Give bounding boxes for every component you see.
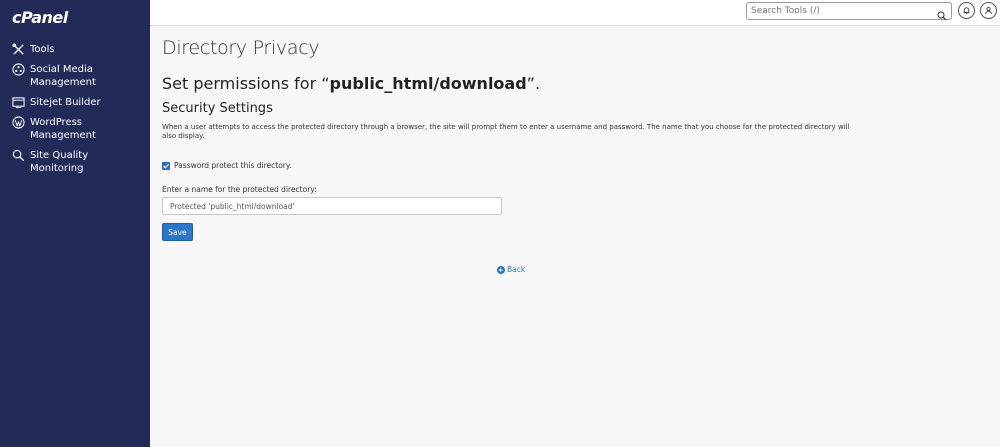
bell-icon [963,7,970,15]
heading-suffix: ”. [526,74,541,93]
sidebar: cPanel Tools Social Media Management Sit… [0,0,150,447]
page-title: Directory Privacy [162,37,320,59]
top-bar [150,0,1000,26]
search-box [746,2,952,21]
permissions-heading: Set permissions for “public_html/downloa… [162,74,540,93]
heading-path: public_html/download [329,74,527,93]
search-input[interactable] [751,5,931,17]
notifications-button[interactable] [958,2,975,19]
sidebar-item-site-quality[interactable]: Site Quality Monitoring [0,146,150,179]
sidebar-item-label: Social Media Management [30,64,96,88]
user-icon [985,6,992,15]
wordpress-icon [12,116,25,129]
main-content: Directory Privacy Set permissions for “p… [150,27,1000,447]
user-menu-button[interactable] [980,2,997,19]
back-link[interactable]: Back [497,265,525,274]
directory-name-label: Enter a name for the protected directory… [162,185,317,194]
section-description: When a user attempts to access the prote… [162,123,850,140]
sidebar-item-label: Sitejet Builder [30,97,101,108]
sitejet-icon [12,96,25,109]
checkmark-icon [163,163,169,169]
sidebar-item-sitejet[interactable]: Sitejet Builder [0,93,150,113]
back-label: Back [507,265,526,274]
sidebar-nav: Tools Social Media Management Sitejet Bu… [0,40,150,179]
site-quality-icon [12,149,25,162]
sidebar-item-label: WordPress Management [30,117,96,141]
back-arrow-icon [497,265,505,274]
sidebar-item-tools[interactable]: Tools [0,40,150,60]
password-protect-checkbox[interactable] [162,161,170,170]
search-icon[interactable] [937,6,947,21]
sidebar-item-label: Site Quality Monitoring [30,150,89,174]
directory-name-input[interactable] [170,201,490,212]
sidebar-item-social-media[interactable]: Social Media Management [0,60,150,93]
password-protect-row: Password protect this directory. [162,161,292,170]
heading-prefix: Set permissions for “ [162,74,330,93]
password-protect-label[interactable]: Password protect this directory. [174,161,292,170]
section-title: Security Settings [162,101,273,116]
save-button[interactable]: Save [162,223,193,241]
sidebar-item-label: Tools [30,44,55,55]
tools-icon [12,43,25,56]
social-media-icon [12,63,25,76]
sidebar-item-wordpress[interactable]: WordPress Management [0,113,150,146]
directory-name-field [162,197,502,215]
cpanel-logo[interactable]: cPanel [12,8,68,27]
